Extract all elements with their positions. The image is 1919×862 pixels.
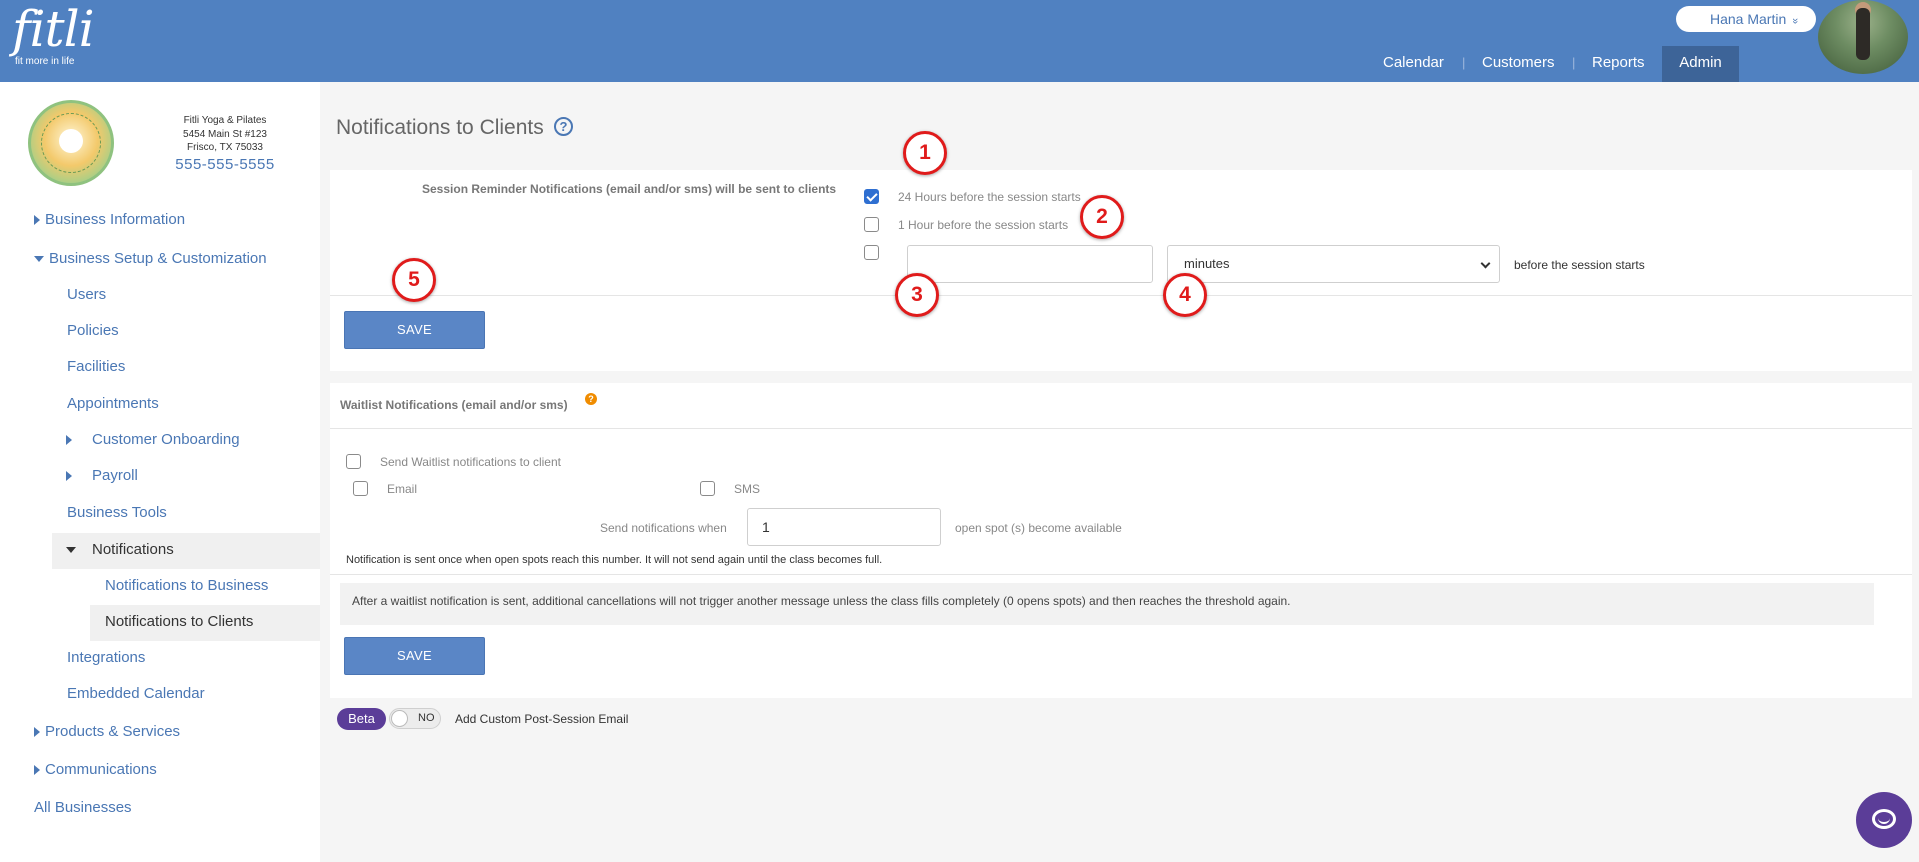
sidebar-item-label: Notifications	[92, 541, 174, 558]
sidebar-item-label: Communications	[45, 761, 157, 778]
sidebar-item-business-tools[interactable]: Business Tools	[67, 503, 167, 523]
nav-separator: |	[1462, 55, 1466, 70]
chevron-down-icon: »	[1789, 17, 1802, 25]
nav-admin[interactable]: Admin	[1662, 46, 1739, 82]
divider	[330, 295, 1912, 296]
annotation-marker-4: 4	[1163, 273, 1207, 317]
sidebar-item-communications[interactable]: Communications	[34, 760, 157, 780]
chevron-down-icon	[1480, 258, 1491, 269]
beta-badge: Beta	[337, 708, 386, 730]
sidebar-item-label: Customer Onboarding	[92, 431, 240, 448]
toggle-state: NO	[418, 712, 435, 724]
sidebar-item-embedded-calendar[interactable]: Embedded Calendar	[67, 684, 205, 704]
business-logo-emblem	[59, 129, 83, 153]
sidebar	[0, 82, 320, 862]
sidebar-item-label: Payroll	[92, 467, 138, 484]
sidebar-item-payroll[interactable]: Payroll	[66, 466, 138, 486]
caret-right-icon	[34, 727, 40, 738]
reminder-custom-checkbox[interactable]	[864, 245, 879, 260]
annotation-marker-1: 1	[903, 131, 947, 175]
sidebar-item-appointments[interactable]: Appointments	[67, 394, 159, 414]
sidebar-item-policies[interactable]: Policies	[67, 321, 119, 341]
reminder-unit-value: minutes	[1184, 256, 1230, 271]
waitlist-hint: Notification is sent once when open spot…	[346, 554, 883, 566]
business-info: Fitli Yoga & Pilates 5454 Main St #123 F…	[150, 114, 300, 171]
sidebar-item-business-information[interactable]: Business Information	[34, 210, 185, 230]
sidebar-item-notifications[interactable]: Notifications	[66, 540, 174, 560]
sidebar-item-label: Business Setup & Customization	[49, 250, 267, 267]
caret-right-icon	[34, 215, 40, 226]
sidebar-item-notifications-to-business[interactable]: Notifications to Business	[105, 576, 268, 596]
annotation-marker-5: 5	[392, 258, 436, 302]
chat-widget-button[interactable]	[1856, 792, 1912, 848]
caret-down-icon	[34, 256, 44, 263]
caret-right-icon	[66, 471, 72, 482]
sidebar-item-integrations[interactable]: Integrations	[67, 648, 145, 668]
sidebar-item-business-setup[interactable]: Business Setup & Customization	[34, 249, 267, 269]
reminder-1h-label: 1 Hour before the session starts	[898, 218, 1069, 232]
save-reminder-button[interactable]: SAVE	[344, 311, 485, 349]
caret-down-icon	[66, 547, 76, 554]
user-menu-button[interactable]: Hana Martin»	[1676, 6, 1816, 32]
business-name: Fitli Yoga & Pilates	[183, 115, 267, 126]
business-address-line1: 5454 Main St #123	[183, 128, 267, 140]
nav-customers[interactable]: Customers	[1482, 46, 1555, 82]
send-waitlist-label: Send Waitlist notifications to client	[380, 455, 561, 469]
reminder-24h-label: 24 Hours before the session starts	[898, 190, 1081, 204]
annotation-marker-2: 2	[1080, 195, 1124, 239]
sidebar-item-customer-onboarding[interactable]: Customer Onboarding	[66, 430, 240, 450]
help-icon[interactable]: ?	[554, 117, 573, 136]
sidebar-item-facilities[interactable]: Facilities	[67, 357, 125, 377]
waitlist-title: Waitlist Notifications (email and/or sms…	[340, 398, 568, 412]
waitlist-card	[330, 383, 1912, 698]
user-name: Hana Martin	[1710, 11, 1787, 27]
session-reminder-label: Session Reminder Notifications (email an…	[422, 182, 837, 196]
open-spots-input[interactable]	[747, 508, 941, 546]
divider	[330, 428, 1912, 429]
sidebar-item-notifications-to-clients[interactable]: Notifications to Clients	[105, 612, 253, 632]
business-phone[interactable]: 555-555-5555	[150, 157, 300, 171]
toggle-knob	[391, 710, 408, 727]
business-address-line2: Frisco, TX 75033	[187, 142, 263, 153]
reminder-custom-amount-input[interactable]	[907, 245, 1153, 283]
nav-separator: |	[1572, 55, 1576, 70]
waitlist-sms-label: SMS	[734, 482, 761, 496]
nav-reports[interactable]: Reports	[1592, 46, 1645, 82]
open-spots-suffix: open spot (s) become available	[955, 521, 1122, 535]
post-session-toggle[interactable]: NO	[389, 708, 441, 729]
logo-text: fitli	[12, 0, 95, 58]
sidebar-item-products-services[interactable]: Products & Services	[34, 722, 180, 742]
waitlist-sms-checkbox[interactable]	[700, 481, 715, 496]
reminder-24h-checkbox[interactable]	[864, 189, 879, 204]
waitlist-email-label: Email	[387, 482, 418, 496]
sidebar-item-label: Products & Services	[45, 723, 181, 740]
reminder-1h-checkbox[interactable]	[864, 217, 879, 232]
page-title: Notifications to Clients	[336, 116, 544, 139]
send-when-label: Send notifications when	[600, 521, 727, 535]
reminder-custom-suffix: before the session starts	[1514, 258, 1645, 272]
waitlist-email-checkbox[interactable]	[353, 481, 368, 496]
post-session-label: Add Custom Post-Session Email	[455, 712, 629, 726]
save-waitlist-button[interactable]: SAVE	[344, 637, 485, 675]
divider	[330, 574, 1912, 575]
info-icon[interactable]: ?	[585, 393, 597, 405]
caret-right-icon	[34, 765, 40, 776]
sidebar-item-users[interactable]: Users	[67, 285, 106, 305]
nav-calendar[interactable]: Calendar	[1383, 46, 1444, 82]
avatar-figure	[1856, 8, 1870, 60]
reminder-unit-select[interactable]: minutes	[1167, 245, 1500, 283]
send-waitlist-checkbox[interactable]	[346, 454, 361, 469]
waitlist-note: After a waitlist notification is sent, a…	[340, 583, 1874, 625]
annotation-marker-3: 3	[895, 273, 939, 317]
sidebar-item-label: Business Information	[45, 211, 186, 228]
fitli-logo[interactable]: fitli fit more in life	[12, 0, 95, 67]
user-avatar[interactable]	[1818, 0, 1908, 74]
logo-tagline: fit more in life	[15, 56, 75, 67]
caret-right-icon	[66, 435, 72, 446]
sidebar-item-all-businesses[interactable]: All Businesses	[34, 798, 132, 818]
business-logo	[28, 100, 114, 186]
